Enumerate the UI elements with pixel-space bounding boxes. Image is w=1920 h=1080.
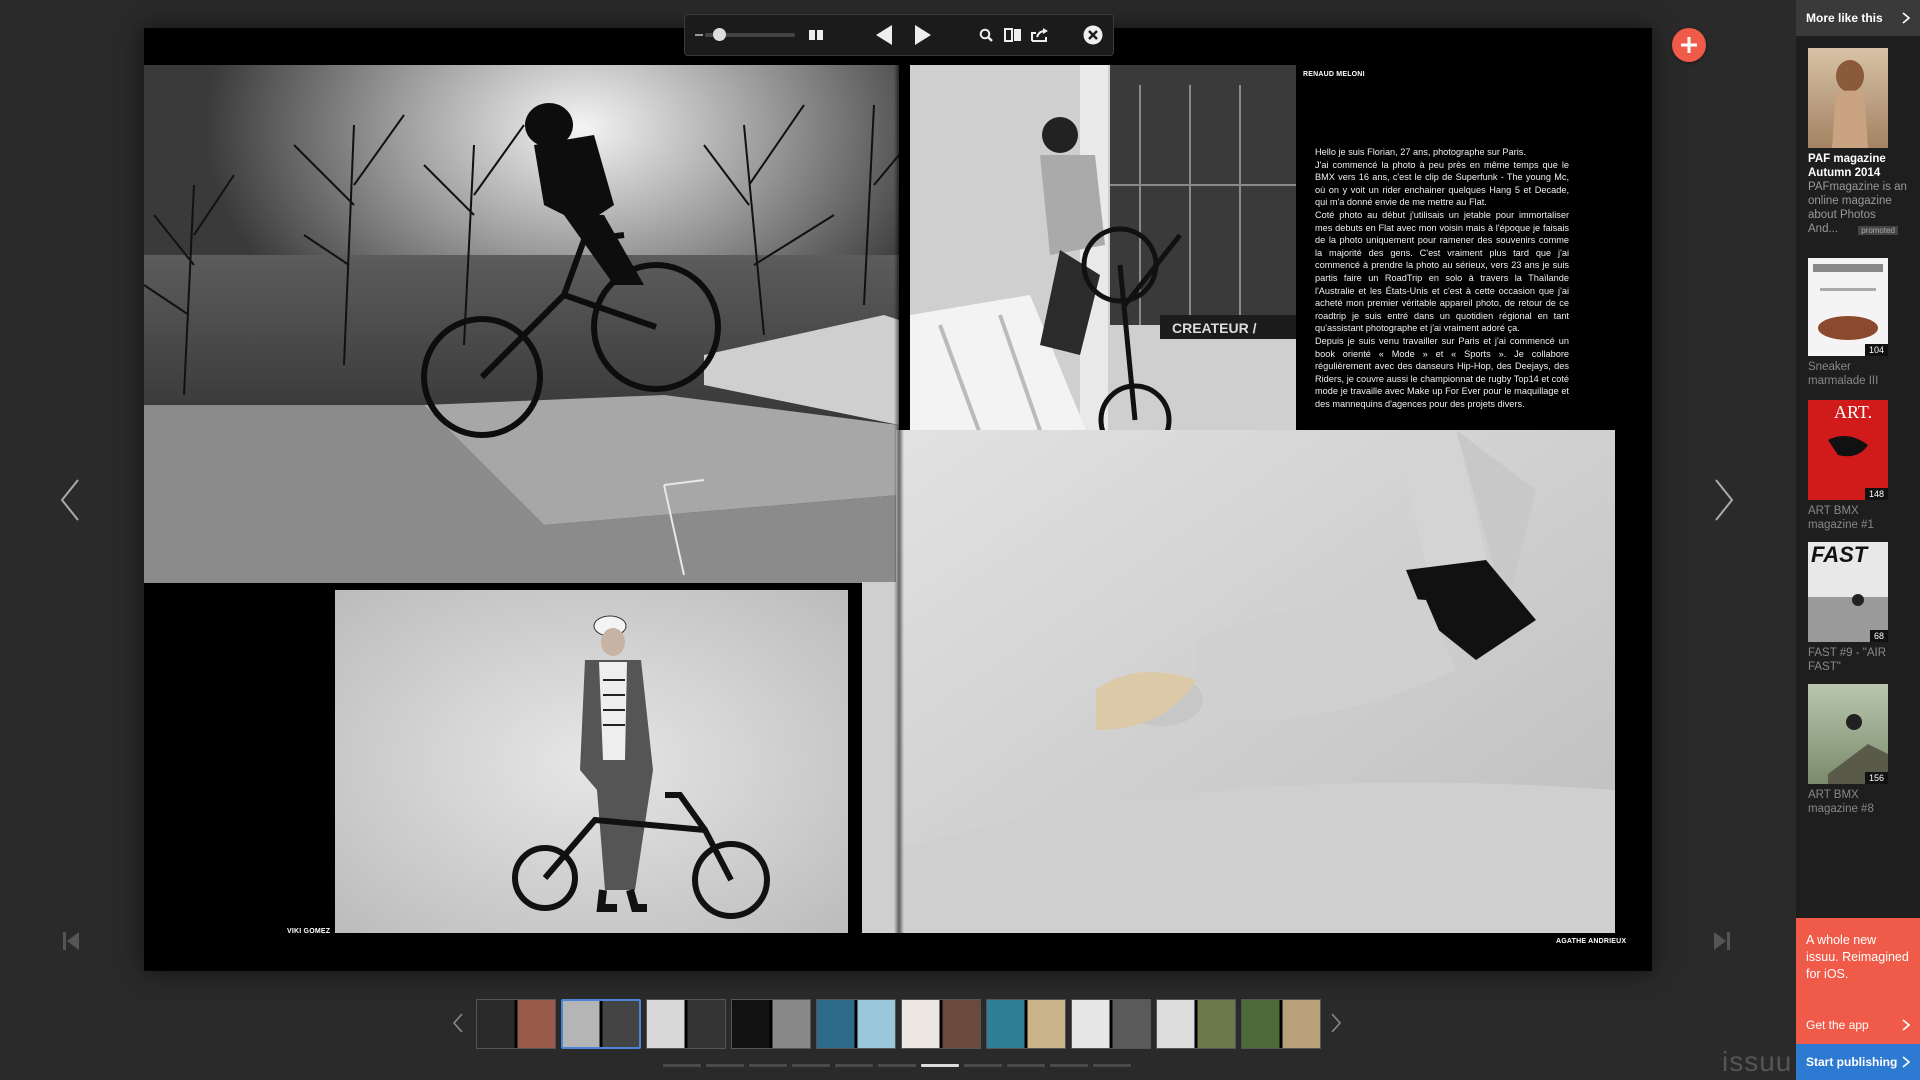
article-paragraph: Hello je suis Florian, 27 ans, photograp… bbox=[1315, 147, 1526, 157]
page-indicator-segment[interactable] bbox=[921, 1064, 959, 1067]
related-cover: ART. 148 bbox=[1808, 400, 1888, 500]
get-the-app-label: Get the app bbox=[1806, 1018, 1869, 1032]
related-item[interactable]: FAST 68 FAST #9 - "AIR FAST" bbox=[1808, 542, 1908, 674]
start-publishing-label: Start publishing bbox=[1806, 1055, 1898, 1069]
page-edge-strip bbox=[862, 582, 898, 933]
chevron-right-icon bbox=[1902, 12, 1910, 24]
related-title: Sneaker marmalade III bbox=[1808, 361, 1879, 387]
page-indicator-segment[interactable] bbox=[1007, 1064, 1045, 1067]
page-indicator-segment[interactable] bbox=[964, 1064, 1002, 1067]
related-cover: 156 bbox=[1808, 684, 1888, 784]
related-item[interactable]: 104 Sneaker marmalade III bbox=[1808, 258, 1908, 388]
next-page-icon[interactable] bbox=[911, 24, 936, 46]
page-thumbnail[interactable] bbox=[561, 999, 641, 1049]
get-the-app-link[interactable]: Get the app bbox=[1806, 1018, 1910, 1032]
page-count-badge: 68 bbox=[1869, 630, 1888, 642]
overlay-createur-text: CREATEUR / bbox=[1172, 320, 1257, 336]
reader-toolbar bbox=[684, 14, 1114, 56]
related-item[interactable]: 156 ART BMX magazine #8 bbox=[1808, 684, 1908, 816]
page-indicator-segment[interactable] bbox=[1050, 1064, 1088, 1067]
related-title: PAF magazine Autumn 2014 bbox=[1808, 153, 1886, 179]
previous-spread-arrow[interactable] bbox=[58, 478, 82, 527]
page-indicator-segment[interactable] bbox=[878, 1064, 916, 1067]
columns-icon[interactable] bbox=[807, 30, 826, 40]
photo-bmx-ramp bbox=[144, 65, 899, 583]
start-publishing-button[interactable]: Start publishing bbox=[1796, 1044, 1920, 1080]
more-like-this-label: More like this bbox=[1806, 11, 1883, 25]
photo-rider-portrait bbox=[335, 590, 848, 933]
related-title: ART BMX magazine #8 bbox=[1808, 789, 1874, 815]
related-cover: FAST 68 bbox=[1808, 542, 1888, 642]
ios-app-promo[interactable]: A whole new issuu. Reimagined for iOS. G… bbox=[1796, 918, 1920, 1044]
related-title: ART BMX magazine #1 bbox=[1808, 505, 1874, 531]
plus-icon bbox=[1681, 37, 1697, 53]
page-indicator bbox=[663, 1064, 1131, 1067]
thumbnail-strip bbox=[476, 999, 1321, 1051]
thumbnails-right-arrow[interactable] bbox=[1330, 1012, 1342, 1039]
page-thumbnail[interactable] bbox=[476, 999, 556, 1049]
page-indicator-segment[interactable] bbox=[1093, 1064, 1131, 1067]
page-thumbnail[interactable] bbox=[1156, 999, 1236, 1049]
page-thumbnail[interactable] bbox=[646, 999, 726, 1049]
photo-bed-portrait bbox=[896, 430, 1615, 933]
related-item[interactable]: ART. 148 ART BMX magazine #1 bbox=[1808, 400, 1908, 532]
related-item[interactable]: PAF magazine Autumn 2014 PAFmagazine is … bbox=[1808, 48, 1908, 236]
page-indicator-segment[interactable] bbox=[792, 1064, 830, 1067]
previous-page-icon[interactable] bbox=[872, 24, 897, 46]
first-page-icon[interactable] bbox=[63, 932, 79, 955]
issuu-logo: issuu bbox=[1722, 1046, 1793, 1077]
next-spread-arrow[interactable] bbox=[1712, 478, 1736, 527]
pages-view-icon[interactable] bbox=[1004, 28, 1023, 42]
article-paragraph: J'ai commencé la photo à peu près en mêm… bbox=[1315, 159, 1569, 208]
photo-caption-left: VIKI GOMEZ bbox=[287, 928, 331, 935]
page-thumbnail[interactable] bbox=[1241, 999, 1321, 1049]
zoom-slider[interactable] bbox=[705, 28, 795, 41]
more-like-this-header[interactable]: More like this bbox=[1796, 0, 1920, 36]
related-title: FAST #9 - "AIR FAST" bbox=[1808, 647, 1887, 673]
related-cover bbox=[1808, 48, 1888, 148]
page-thumbnail[interactable] bbox=[731, 999, 811, 1049]
zoom-slider-handle[interactable] bbox=[713, 28, 726, 41]
page-thumbnail[interactable] bbox=[816, 999, 896, 1049]
page-thumbnail[interactable] bbox=[901, 999, 981, 1049]
thumbnails-left-arrow[interactable] bbox=[452, 1012, 464, 1039]
page-count-badge: 156 bbox=[1864, 772, 1888, 784]
promo-text: A whole new issuu. Reimagined for iOS. bbox=[1806, 933, 1909, 981]
chevron-right-icon bbox=[1902, 1019, 1910, 1031]
zoom-out-icon bbox=[695, 32, 703, 38]
magazine-spread[interactable]: VIKI GOMEZ CREATEUR / RENAUD MELONI Hell… bbox=[144, 28, 1652, 971]
cover-title-fast: FAST bbox=[1811, 542, 1868, 567]
page-count-badge: 148 bbox=[1864, 488, 1888, 500]
page-thumbnail[interactable] bbox=[1071, 999, 1151, 1049]
cover-title-art: ART. bbox=[1834, 402, 1873, 422]
page-gutter bbox=[894, 28, 904, 971]
page-indicator-segment[interactable] bbox=[835, 1064, 873, 1067]
related-cover: 104 bbox=[1808, 258, 1888, 356]
page-indicator-segment[interactable] bbox=[663, 1064, 701, 1067]
article-text: Hello je suis Florian, 27 ans, photograp… bbox=[1315, 146, 1569, 410]
photo-bmx-building: CREATEUR / bbox=[910, 65, 1296, 488]
chevron-right-icon bbox=[1902, 1056, 1910, 1068]
photo-caption-right-top: RENAUD MELONI bbox=[1303, 71, 1365, 78]
close-icon[interactable] bbox=[1082, 25, 1103, 45]
page-indicator-segment[interactable] bbox=[749, 1064, 787, 1067]
share-icon[interactable] bbox=[1031, 28, 1050, 42]
photo-caption-right-bottom: AGATHE ANDRIEUX bbox=[1556, 938, 1627, 945]
promoted-badge: promoted bbox=[1858, 226, 1898, 235]
search-icon[interactable] bbox=[978, 28, 995, 42]
reader-viewer: VIKI GOMEZ CREATEUR / RENAUD MELONI Hell… bbox=[0, 0, 1796, 1080]
add-to-stack-button[interactable] bbox=[1672, 28, 1706, 62]
page-indicator-segment[interactable] bbox=[706, 1064, 744, 1067]
article-paragraph: Coté photo au début j'utilisais un jetab… bbox=[1315, 209, 1569, 334]
article-paragraph: Depuis je suis venu travailler sur Paris… bbox=[1315, 335, 1569, 409]
page-thumbnail[interactable] bbox=[986, 999, 1066, 1049]
last-page-icon[interactable] bbox=[1714, 932, 1730, 955]
page-count-badge: 104 bbox=[1864, 344, 1888, 356]
